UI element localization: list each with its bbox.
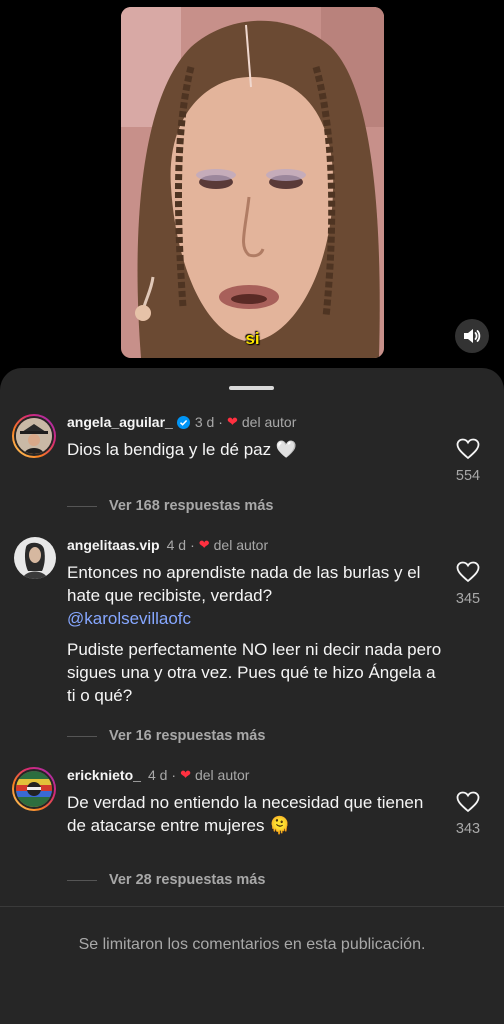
- comment-username[interactable]: angela_aguilar_: [67, 414, 173, 430]
- view-replies-label: Ver 168 respuestas más: [109, 498, 274, 514]
- author-label: del autor: [194, 767, 250, 783]
- like-count: 343: [455, 821, 481, 837]
- like-count: 554: [455, 468, 481, 484]
- view-replies-button[interactable]: Ver 16 respuestas más: [67, 728, 265, 744]
- video-area: si: [0, 0, 504, 370]
- replies-divider: [67, 505, 97, 507]
- comment-meta: ericknieto_ 4 d · ❤ del autor: [67, 767, 249, 783]
- avatar[interactable]: [12, 414, 56, 458]
- comment-time: 4 d: [147, 767, 168, 783]
- avatar-image: [16, 771, 52, 807]
- sheet-grabber[interactable]: [229, 386, 274, 390]
- replies-divider: [67, 735, 97, 737]
- avatar[interactable]: [12, 767, 56, 811]
- comments-limited-notice: Se limitaron los comentarios en esta pub…: [78, 936, 426, 953]
- view-replies-label: Ver 28 respuestas más: [109, 872, 266, 888]
- like-column: 554: [446, 438, 490, 484]
- comments-sheet: angela_aguilar_ 3 d · ❤ del autor Dios l…: [0, 368, 504, 1024]
- comment-text: Dios la bendiga y le dé paz 🤍: [67, 440, 298, 459]
- comment-username[interactable]: ericknieto_: [67, 767, 141, 783]
- comment-text-line2: Pudiste perfectamente NO leer ni decir n…: [67, 640, 442, 705]
- speaker-icon: [464, 329, 481, 343]
- avatar[interactable]: [14, 537, 56, 579]
- mention-link[interactable]: @karolsevillaofc: [67, 609, 191, 628]
- author-label: del autor: [213, 537, 269, 553]
- replies-divider: [67, 879, 97, 881]
- comment-text-line1: Entonces no aprendiste nada de las burla…: [67, 563, 421, 605]
- heart-outline-icon[interactable]: [456, 561, 480, 583]
- video-caption: si: [245, 329, 260, 348]
- author-heart-icon: ❤: [226, 414, 238, 429]
- avatar-image: [14, 537, 56, 579]
- view-replies-button[interactable]: Ver 168 respuestas más: [67, 498, 273, 514]
- view-replies-label: Ver 16 respuestas más: [109, 728, 266, 744]
- like-column: 345: [446, 561, 490, 607]
- view-replies-button[interactable]: Ver 28 respuestas más: [67, 872, 265, 888]
- meta-separator: ·: [218, 414, 223, 430]
- video-frame-image: [121, 7, 384, 358]
- author-heart-icon: ❤: [198, 537, 210, 552]
- video-player[interactable]: si: [121, 7, 384, 358]
- volume-button[interactable]: [455, 319, 489, 353]
- heart-outline-icon[interactable]: [456, 791, 480, 813]
- author-heart-icon: ❤: [180, 767, 191, 782]
- comment-text: De verdad no entiendo la necesidad que t…: [67, 793, 424, 835]
- author-label: del autor: [241, 414, 297, 430]
- meta-separator: ·: [171, 767, 177, 783]
- comment-meta: angela_aguilar_ 3 d · ❤ del autor: [67, 414, 296, 430]
- avatar-image: [16, 418, 52, 454]
- heart-outline-icon[interactable]: [456, 438, 480, 460]
- like-column: 343: [446, 791, 490, 837]
- comment-text: Entonces no aprendiste nada de las burla…: [67, 561, 442, 707]
- like-count: 345: [455, 591, 481, 607]
- comment-username[interactable]: angelitaas.vip: [67, 537, 160, 553]
- meta-separator: ·: [190, 537, 195, 553]
- footer-divider: [0, 906, 504, 907]
- verified-badge-icon: [176, 415, 190, 429]
- comment-meta: angelitaas.vip 4 d · ❤ del autor: [67, 537, 268, 553]
- comment-time: 3 d: [194, 414, 215, 430]
- comment-time: 4 d: [166, 537, 187, 553]
